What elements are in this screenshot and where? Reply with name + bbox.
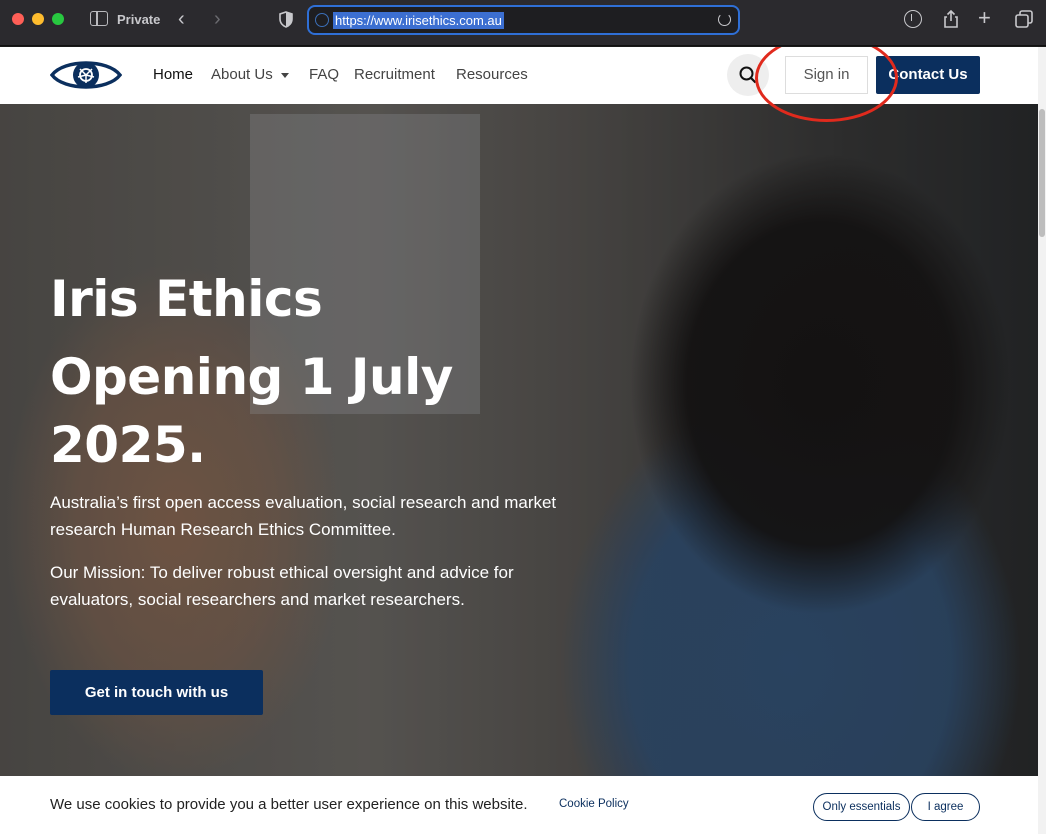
nav-faq[interactable]: FAQ	[309, 66, 339, 83]
iris-eye-logo-icon[interactable]	[50, 55, 122, 95]
chevron-down-icon	[280, 72, 289, 78]
hero-description: Australia’s first open access evaluation…	[50, 493, 557, 539]
cookie-policy-link[interactable]: Cookie Policy	[559, 798, 629, 810]
zoom-window-button[interactable]	[52, 13, 64, 25]
site-favicon-icon	[315, 13, 329, 27]
cookie-message: We use cookies to provide you a better u…	[50, 796, 528, 813]
nav-resources[interactable]: Resources	[456, 66, 528, 83]
hero-mission: Our Mission: To deliver robust ethical o…	[50, 563, 514, 609]
downloads-icon[interactable]	[904, 10, 922, 28]
new-tab-icon[interactable]: +	[978, 7, 996, 29]
close-window-button[interactable]	[12, 13, 24, 25]
minimize-window-button[interactable]	[32, 13, 44, 25]
reload-icon[interactable]	[718, 13, 731, 26]
tab-overview-icon[interactable]	[1015, 10, 1033, 28]
nav-about-us[interactable]: About Us	[211, 66, 289, 83]
browser-toolbar: Private ‹ › https://www.irisethics.com.a…	[0, 0, 1046, 46]
hero-title-line-3: 2025.	[50, 416, 206, 474]
address-bar[interactable]: https://www.irisethics.com.au	[307, 5, 740, 35]
get-in-touch-button[interactable]: Get in touch with us	[50, 670, 263, 715]
sign-in-button[interactable]: Sign in	[785, 56, 868, 94]
hero-title-line-1: Iris Ethics	[50, 270, 323, 328]
web-page: Iris Ethics Opening 1 July 2025. Austral…	[0, 47, 1046, 834]
hero-section: Iris Ethics Opening 1 July 2025. Austral…	[0, 104, 1046, 834]
search-button[interactable]	[727, 54, 769, 96]
shield-icon[interactable]	[279, 11, 293, 28]
scrollbar-thumb[interactable]	[1039, 109, 1045, 237]
contact-us-button[interactable]: Contact Us	[876, 56, 980, 94]
url-text[interactable]: https://www.irisethics.com.au	[333, 12, 504, 29]
back-icon[interactable]: ‹	[178, 7, 185, 31]
nav-recruitment[interactable]: Recruitment	[354, 66, 435, 83]
nav-about-us-label: About Us	[211, 66, 273, 83]
only-essentials-button[interactable]: Only essentials	[813, 793, 910, 821]
share-icon[interactable]	[942, 10, 960, 28]
nav-home[interactable]: Home	[153, 66, 193, 83]
site-header: Home About Us FAQ Recruitment Resources …	[0, 47, 1038, 122]
private-mode-label: Private	[117, 12, 161, 27]
cookie-banner: We use cookies to provide you a better u…	[0, 776, 1038, 834]
hero-title-line-2: Opening 1 July	[50, 348, 453, 406]
search-icon	[739, 66, 757, 84]
forward-icon[interactable]: ›	[214, 7, 221, 31]
page-scrollbar[interactable]	[1038, 47, 1046, 834]
i-agree-button[interactable]: I agree	[911, 793, 980, 821]
sidebar-icon[interactable]	[90, 11, 108, 26]
